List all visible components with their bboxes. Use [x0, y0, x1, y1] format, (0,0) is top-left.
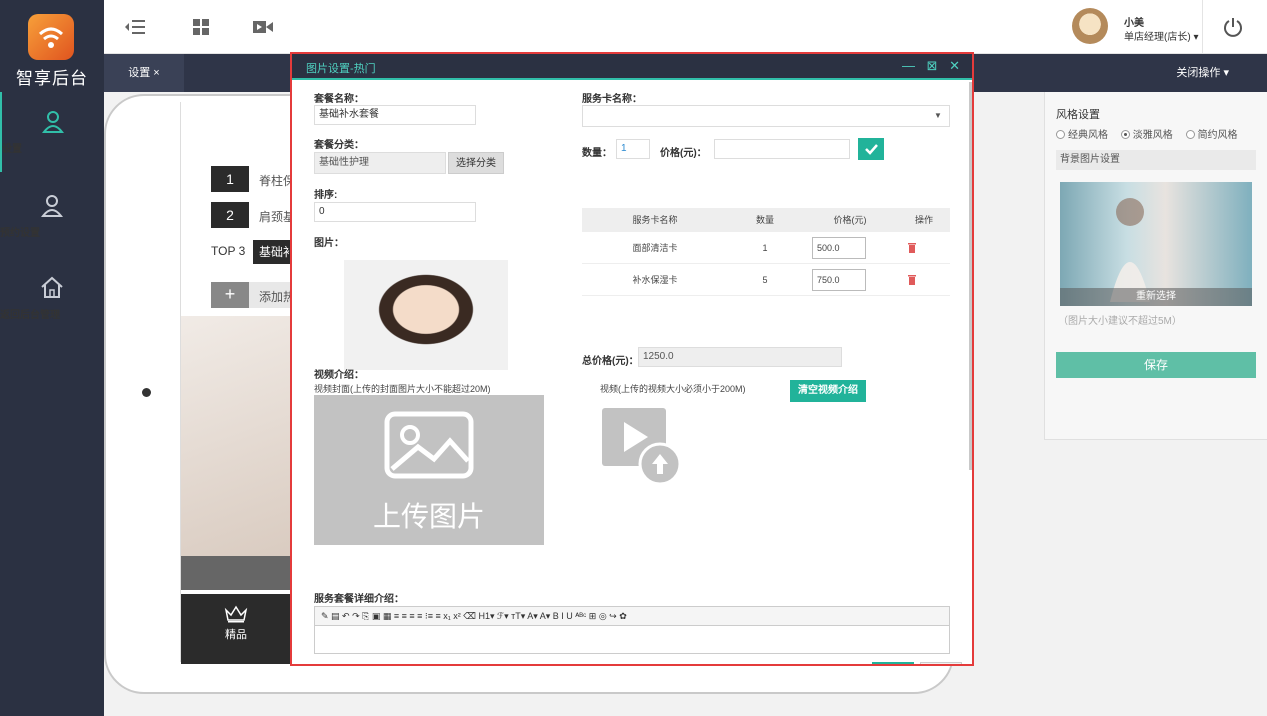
- style-settings-panel: 风格设置 经典风格 淡雅风格 简约风格 背景图片设置 重新选择 （图片大小建议不…: [1044, 92, 1267, 440]
- style-radio-simple[interactable]: 简约风格: [1185, 126, 1238, 141]
- rich-text-toolbar[interactable]: ✎ ▤ ↶ ↷ ⎘ ▣ ▦ ≡ ≡ ≡ ≡ ⁝≡ ≡ x₁ x² ⌫ H1▾ ℱ…: [314, 606, 950, 626]
- top3-label: TOP 3: [211, 244, 246, 258]
- service-card-select[interactable]: [582, 105, 950, 127]
- topbar: 小美 单店经理(店长) ▾: [104, 0, 1267, 54]
- sidebar-item-back[interactable]: 返回后台管理: [0, 258, 104, 338]
- brand-name: 智享后台: [16, 69, 88, 88]
- tab-settings[interactable]: 设置 ×: [104, 54, 184, 92]
- preview-nav-label: 精品: [225, 629, 247, 641]
- category-input[interactable]: 基础性护理: [314, 152, 446, 174]
- user-icon: [40, 195, 64, 217]
- rank-number: 1: [211, 166, 249, 192]
- avatar[interactable]: [1072, 8, 1108, 44]
- total-price-input: 1250.0: [638, 347, 842, 367]
- service-card-table: 服务卡名称 数量 价格(元) 操作 面部清洁卡 1 500.0 补水保湿卡 5 …: [582, 208, 950, 296]
- trash-icon[interactable]: [907, 274, 917, 285]
- sidebar-item-settings[interactable]: 设置: [0, 92, 104, 172]
- preview-photo: [181, 316, 301, 556]
- window-controls[interactable]: — ⊠ ✕: [902, 58, 964, 74]
- user-role-dropdown[interactable]: 单店经理(店长) ▾: [1124, 28, 1198, 43]
- category-label: 套餐分类：: [314, 140, 364, 151]
- upload-image-label: 上传图片: [372, 501, 485, 532]
- image-label: 图片：: [314, 238, 344, 249]
- modal-title: 图片设置-热门: [306, 63, 376, 75]
- tablet-camera: [142, 388, 151, 397]
- preview-nav-featured[interactable]: 精品: [181, 594, 291, 664]
- save-button[interactable]: 保存: [1056, 352, 1256, 378]
- price-input[interactable]: [714, 139, 850, 159]
- sidebar-item-label: 设置: [2, 144, 22, 155]
- confirm-add-button[interactable]: [858, 138, 884, 160]
- style-radio-elegant[interactable]: 淡雅风格: [1120, 126, 1173, 141]
- table-header: 服务卡名称 数量 价格(元) 操作: [582, 208, 950, 232]
- home-icon: [41, 276, 63, 298]
- rank-number: 2: [211, 202, 249, 228]
- power-icon[interactable]: [1222, 16, 1244, 38]
- quantity-input[interactable]: 1: [616, 139, 650, 159]
- reselect-image-button[interactable]: 重新选择: [1060, 288, 1252, 306]
- table-row: 面部清洁卡 1 500.0: [582, 232, 950, 264]
- logo: 智享后台: [0, 0, 104, 90]
- choose-category-button[interactable]: 选择分类: [448, 152, 504, 174]
- row-price-input[interactable]: 750.0: [812, 269, 866, 291]
- video-upload-icon[interactable]: [600, 406, 682, 488]
- plus-icon: +: [211, 282, 249, 308]
- sidebar-item-label: 返回后台管理: [0, 310, 60, 321]
- preview-bottom-bar: [181, 556, 301, 590]
- upload-image-box[interactable]: 上传图片: [314, 395, 544, 545]
- check-icon: [865, 144, 878, 155]
- style-radio-classic[interactable]: 经典风格: [1056, 126, 1108, 141]
- service-card-label: 服务卡名称：: [582, 94, 642, 105]
- crown-icon: [224, 605, 248, 623]
- chevron-down-icon: ▼: [934, 111, 942, 120]
- close-button[interactable]: 关闭: [920, 662, 962, 664]
- sort-input[interactable]: 0: [314, 202, 476, 222]
- video-hint: 视频(上传的视频大小必须小于200M): [600, 384, 746, 394]
- package-name-label: 套餐名称：: [314, 94, 364, 105]
- user-name: 小美: [1124, 18, 1144, 29]
- modal-body: 套餐名称： 基础补水套餐 套餐分类： 基础性护理 选择分类 排序: 0 图片： …: [292, 82, 972, 664]
- logo-icon: [28, 14, 74, 60]
- quantity-label: 数量：: [582, 148, 612, 159]
- image-icon: [384, 411, 474, 479]
- package-name-input[interactable]: 基础补水套餐: [314, 105, 476, 125]
- detail-intro-label: 服务套餐详细介绍：: [314, 594, 404, 605]
- add-hot-button[interactable]: + 添加热: [211, 282, 301, 308]
- rich-text-editor[interactable]: [314, 626, 950, 654]
- style-radio-group: 经典风格 淡雅风格 简约风格: [1056, 126, 1248, 141]
- sidebar: 智享后台 设置 预约设置 返回后台管理: [0, 0, 104, 716]
- row-price-input[interactable]: 500.0: [812, 237, 866, 259]
- image-size-hint: （图片大小建议不超过5M）: [1058, 316, 1182, 327]
- menu-collapse-icon[interactable]: [124, 16, 146, 38]
- close-operations-dropdown[interactable]: 关闭操作 ▾: [1176, 54, 1229, 92]
- modal-header: 图片设置-热门 — ⊠ ✕: [292, 54, 972, 80]
- video-camera-icon[interactable]: [252, 16, 274, 38]
- ok-button[interactable]: 确定: [872, 662, 914, 664]
- divider: [1202, 0, 1203, 54]
- price-label: 价格(元)：: [660, 148, 707, 159]
- sidebar-item-appointment[interactable]: 预约设置: [0, 176, 104, 256]
- video-intro-label: 视频介绍：: [314, 370, 364, 381]
- cover-hint: 视频封面(上传的封面图片大小不能超过20M): [314, 384, 491, 394]
- style-settings-title: 风格设置: [1056, 109, 1100, 121]
- table-row: 补水保湿卡 5 750.0: [582, 264, 950, 296]
- sort-label: 排序:: [314, 190, 338, 201]
- total-price-label: 总价格(元)：: [582, 356, 639, 367]
- background-image-title: 背景图片设置: [1056, 150, 1256, 170]
- image-settings-modal: 图片设置-热门 — ⊠ ✕ 套餐名称： 基础补水套餐 套餐分类： 基础性护理 选…: [290, 52, 974, 666]
- trash-icon[interactable]: [907, 242, 917, 253]
- grid-icon[interactable]: [190, 16, 212, 38]
- user-icon: [41, 111, 65, 133]
- sidebar-item-label: 预约设置: [0, 228, 40, 239]
- package-image[interactable]: [344, 260, 508, 370]
- clear-video-button[interactable]: 清空视频介绍: [790, 380, 866, 402]
